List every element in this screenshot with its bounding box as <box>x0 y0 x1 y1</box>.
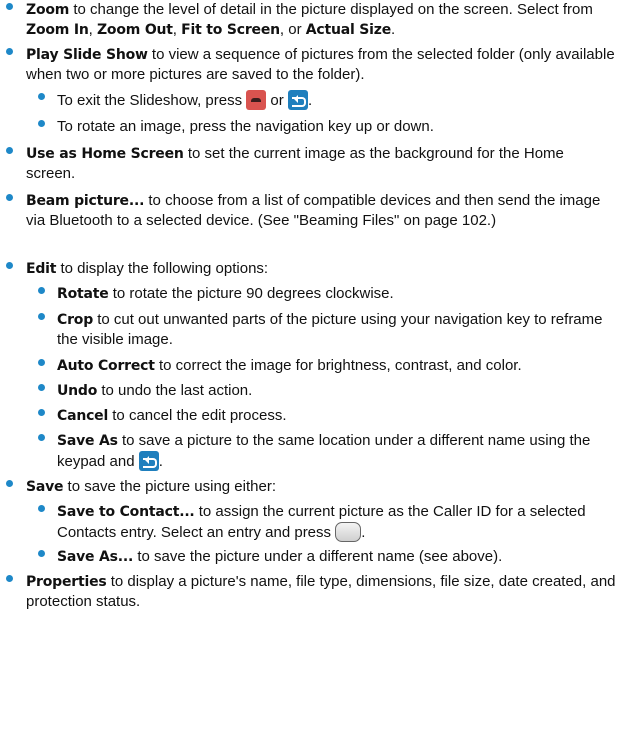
list-item-exit-slideshow: To exit the Slideshow, press or . <box>38 90 617 110</box>
list-item-save-as-edit: Save As to save a picture to the same lo… <box>38 431 617 471</box>
back-key-icon <box>287 90 308 110</box>
ok-key-icon <box>335 522 362 542</box>
list-item-properties: Properties to display a picture's name, … <box>6 572 616 611</box>
list-item-beam: Beam picture... to choose from a list of… <box>6 191 616 230</box>
bullet-icon <box>6 48 13 55</box>
bullet-icon <box>6 575 13 582</box>
bullet-icon <box>38 384 45 391</box>
list-item-save: Save to save the picture using either: <box>6 477 616 497</box>
bullet-icon <box>6 480 13 487</box>
list-item-crop: Crop to cut out unwanted parts of the pi… <box>38 310 617 349</box>
save-label: Save <box>26 479 64 495</box>
beam-label: Beam picture... <box>26 193 145 209</box>
bullet-icon <box>38 120 45 127</box>
manual-page: Zoom to change the level of detail in th… <box>0 0 620 740</box>
list-item-rotate-image: To rotate an image, press the navigation… <box>38 117 617 136</box>
list-item-undo: Undo to undo the last action. <box>38 381 617 401</box>
list-item-save-to-contact: Save to Contact... to assign the current… <box>38 502 617 542</box>
list-item-auto-correct: Auto Correct to correct the image for br… <box>38 356 617 376</box>
bullet-icon <box>6 194 13 201</box>
list-item-slideshow: Play Slide Show to view a sequence of pi… <box>6 45 616 84</box>
properties-label: Properties <box>26 574 107 590</box>
bullet-icon <box>38 550 45 557</box>
list-item-save-as: Save As... to save the picture under a d… <box>38 547 617 567</box>
list-item-cancel: Cancel to cancel the edit process. <box>38 406 617 426</box>
bullet-icon <box>6 3 13 10</box>
home-label: Use as Home Screen <box>26 146 184 162</box>
slideshow-label: Play Slide Show <box>26 47 148 63</box>
list-item-rotate: Rotate to rotate the picture 90 degrees … <box>38 284 617 304</box>
bullet-icon <box>38 359 45 366</box>
bullet-icon <box>38 313 45 320</box>
bullet-icon <box>38 505 45 512</box>
zoom-label: Zoom <box>26 2 70 18</box>
back-key-icon <box>138 451 159 471</box>
end-call-key-icon <box>246 90 267 110</box>
list-item-home-screen: Use as Home Screen to set the current im… <box>6 144 616 183</box>
bullet-icon <box>38 287 45 294</box>
bullet-icon <box>6 262 13 269</box>
edit-label: Edit <box>26 261 57 277</box>
bullet-icon <box>38 409 45 416</box>
bullet-icon <box>6 147 13 154</box>
list-item-edit: Edit to display the following options: <box>6 259 616 279</box>
bullet-icon <box>38 434 45 441</box>
bullet-icon <box>38 93 45 100</box>
list-item-zoom: Zoom to change the level of detail in th… <box>6 0 616 40</box>
